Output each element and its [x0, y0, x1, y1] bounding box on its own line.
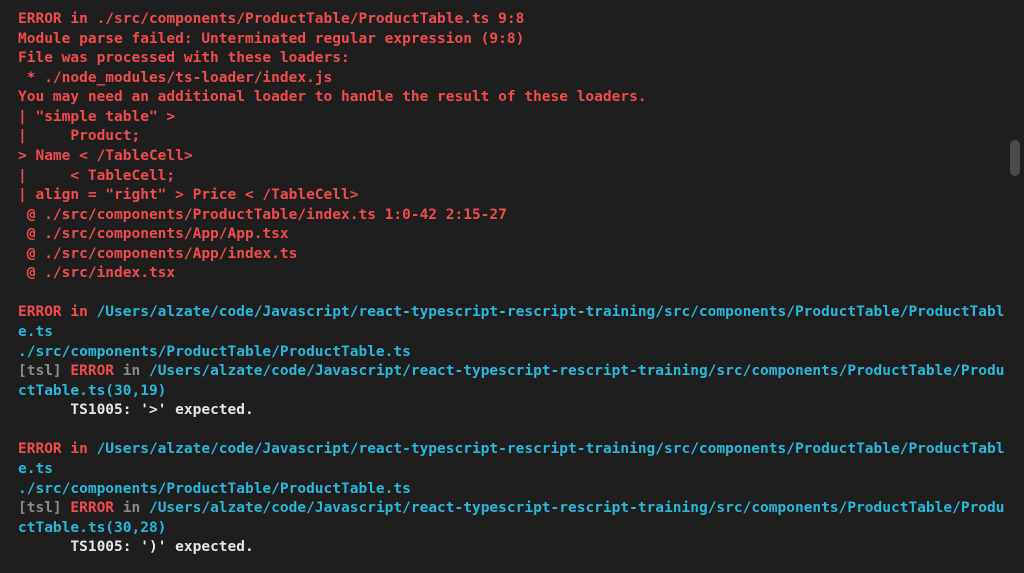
scrollbar-track[interactable]: [1012, 0, 1022, 573]
error-line: ERROR in ./src/components/ProductTable/P…: [18, 10, 1006, 30]
error-header: ERROR in /Users/alzate/code/Javascript/r…: [18, 440, 1006, 479]
tsl-tag: [tsl]: [18, 363, 70, 379]
file-path: ./src/components/ProductTable/ProductTab…: [18, 343, 1006, 363]
error-pointer-line: > Name < /TableCell>: [18, 147, 1006, 167]
tsl-tag: [tsl]: [18, 500, 70, 516]
ts-error-message: TS1005: ')' expected.: [18, 538, 1006, 558]
error-label: ERROR: [70, 500, 114, 516]
stack-line: @ ./src/components/App/index.ts: [18, 245, 1006, 265]
error-context-line: | Product;: [18, 127, 1006, 147]
error-context-line: | align = "right" > Price < /TableCell>: [18, 186, 1006, 206]
file-path: /Users/alzate/code/Javascript/react-type…: [18, 304, 1004, 340]
file-path: /Users/alzate/code/Javascript/react-type…: [18, 441, 1004, 477]
file-path: ./src/components/ProductTable/ProductTab…: [18, 480, 1006, 500]
stack-line: @ ./src/index.tsx: [18, 264, 1006, 284]
error-label: ERROR in: [18, 441, 97, 457]
blank-line: [18, 421, 1006, 441]
tsl-line: [tsl] ERROR in /Users/alzate/code/Javasc…: [18, 362, 1006, 401]
error-context-line: | "simple table" >: [18, 108, 1006, 128]
blank-line: [18, 284, 1006, 304]
error-header: ERROR in /Users/alzate/code/Javascript/r…: [18, 303, 1006, 342]
in-text: in: [114, 500, 149, 516]
terminal-output: ERROR in ./src/components/ProductTable/P…: [18, 10, 1006, 558]
stack-line: @ ./src/components/App/App.tsx: [18, 225, 1006, 245]
error-line: Module parse failed: Unterminated regula…: [18, 30, 1006, 50]
error-line: * ./node_modules/ts-loader/index.js: [18, 69, 1006, 89]
error-line: You may need an additional loader to han…: [18, 88, 1006, 108]
file-path-loc: /Users/alzate/code/Javascript/react-type…: [18, 500, 1004, 536]
file-path-loc: /Users/alzate/code/Javascript/react-type…: [18, 363, 1004, 399]
scrollbar-thumb[interactable]: [1010, 140, 1020, 176]
error-label: ERROR: [70, 363, 114, 379]
error-context-line: | < TableCell;: [18, 167, 1006, 187]
error-line: File was processed with these loaders:: [18, 49, 1006, 69]
in-text: in: [114, 363, 149, 379]
ts-error-message: TS1005: '>' expected.: [18, 401, 1006, 421]
tsl-line: [tsl] ERROR in /Users/alzate/code/Javasc…: [18, 499, 1006, 538]
error-label: ERROR in: [18, 304, 97, 320]
stack-line: @ ./src/components/ProductTable/index.ts…: [18, 206, 1006, 226]
